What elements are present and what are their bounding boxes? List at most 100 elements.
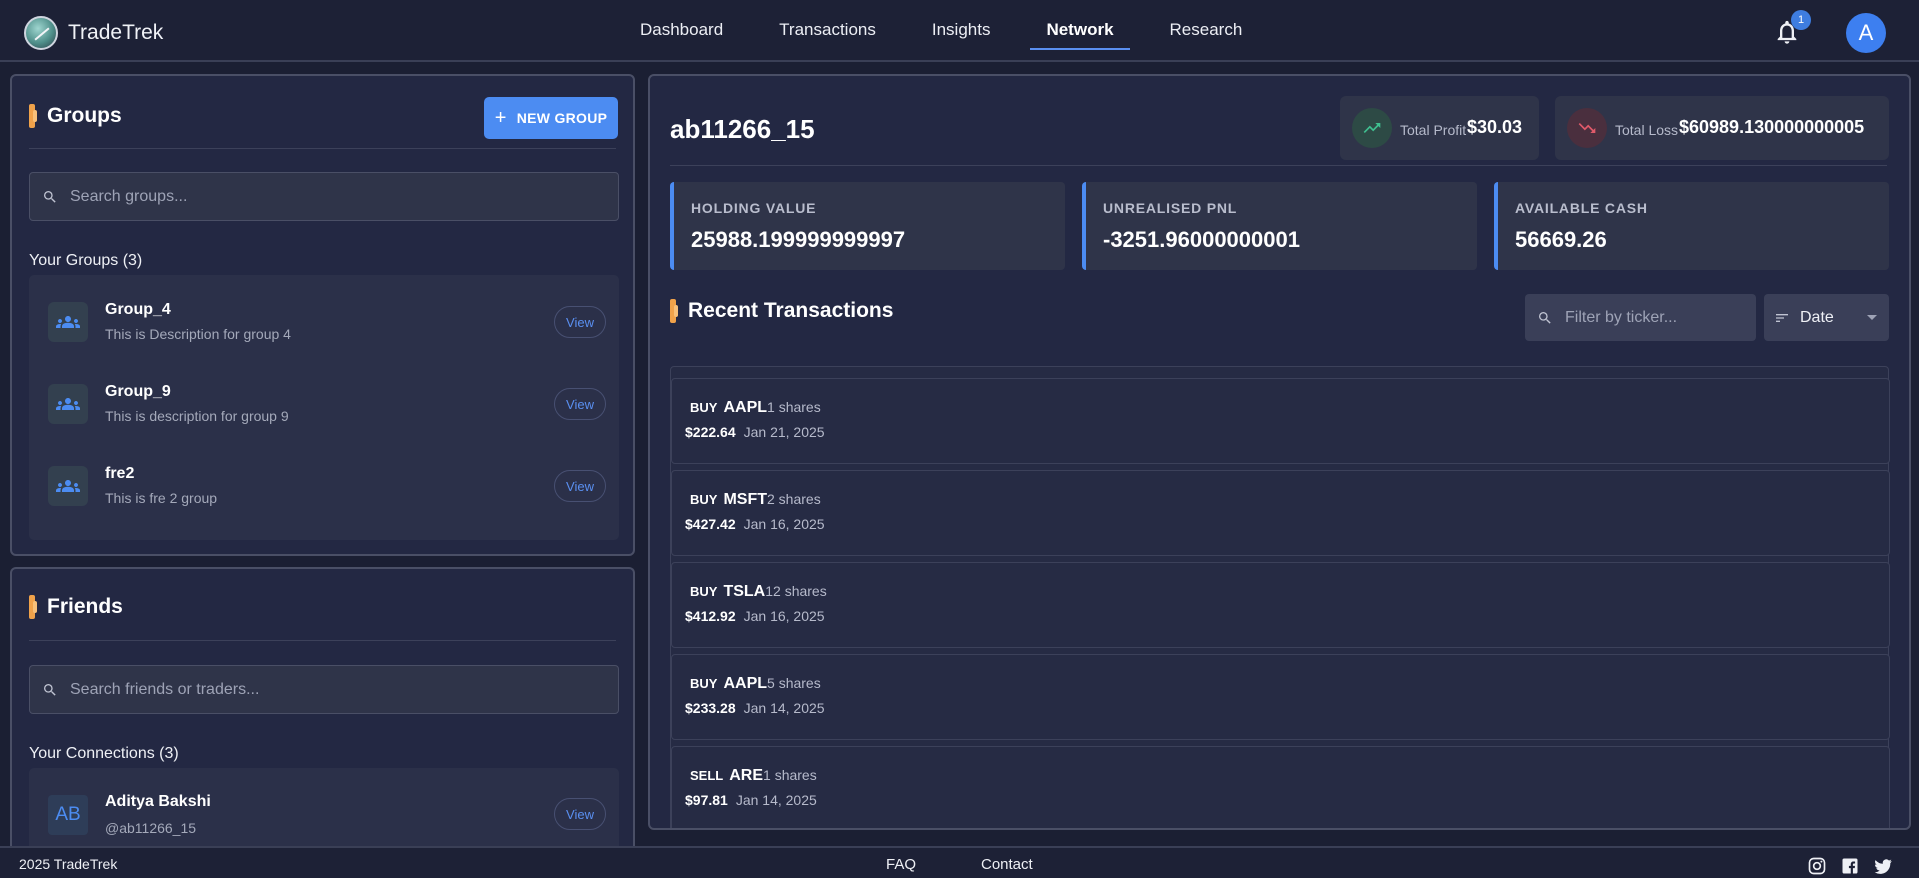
transaction-ticker: AAPL bbox=[723, 399, 768, 416]
transaction-price: $97.81 bbox=[685, 792, 728, 808]
footer-link-faq[interactable]: FAQ bbox=[886, 856, 916, 873]
profile-username: ab11266_15 bbox=[670, 114, 815, 144]
unrealised-pnl-amount: -3251.96000000001 bbox=[1103, 227, 1300, 252]
group-description: This is fre 2 group bbox=[105, 490, 218, 506]
nav-network[interactable]: Network bbox=[1030, 0, 1130, 60]
transaction-shares: 1 shares bbox=[767, 399, 821, 415]
instagram-icon[interactable] bbox=[1807, 856, 1827, 876]
unrealised-pnl-label: UNREALISED PNL bbox=[1103, 200, 1238, 216]
group-icon bbox=[48, 302, 88, 342]
nav-dashboard[interactable]: Dashboard bbox=[640, 0, 723, 60]
your-groups-heading: Your Groups (3) bbox=[29, 252, 143, 269]
new-group-label: NEW GROUP bbox=[516, 110, 608, 126]
profile-panel: ab11266_15 Total Profit $30.03 Total Los… bbox=[648, 74, 1911, 830]
total-profit-label: Total Profit bbox=[1400, 122, 1467, 138]
accent-bar bbox=[29, 104, 37, 128]
search-icon bbox=[1539, 311, 1551, 324]
transaction-ticker: TSLA bbox=[723, 583, 766, 600]
group-icon bbox=[48, 384, 88, 424]
user-avatar[interactable]: A bbox=[1846, 13, 1886, 53]
group-item[interactable]: Group_4 This is Description for group 4 … bbox=[48, 292, 606, 352]
trending-down-icon bbox=[1567, 108, 1607, 148]
transaction-shares: 2 shares bbox=[767, 491, 821, 507]
available-cash-card: AVAILABLE CASH 56669.26 bbox=[1494, 182, 1889, 270]
groups-heading: Groups bbox=[29, 104, 122, 128]
unrealised-pnl-card: UNREALISED PNL -3251.96000000001 bbox=[1082, 182, 1477, 270]
transaction-date: Jan 16, 2025 bbox=[743, 516, 825, 532]
holding-value-label: HOLDING VALUE bbox=[691, 200, 817, 216]
friends-search-input[interactable]: Search friends or traders... bbox=[29, 665, 619, 714]
friends-panel: Friends Search friends or traders... You… bbox=[10, 567, 635, 867]
transaction-price: $233.28 bbox=[685, 700, 736, 716]
divider bbox=[29, 148, 616, 149]
nav-transactions[interactable]: Transactions bbox=[779, 0, 876, 60]
transaction-side: BUY bbox=[690, 676, 718, 691]
transaction-price: $427.42 bbox=[685, 516, 736, 532]
new-group-button[interactable]: + NEW GROUP bbox=[484, 97, 618, 139]
friend-handle: @ab11266_15 bbox=[105, 820, 197, 836]
transaction-row[interactable]: BUY AAPL 5 shares $233.28 Jan 14, 2025 bbox=[671, 654, 1890, 740]
transaction-row[interactable]: BUY AAPL 1 shares $222.64 Jan 21, 2025 bbox=[671, 378, 1890, 464]
facebook-icon[interactable] bbox=[1840, 856, 1860, 876]
group-item[interactable]: Group_9 This is description for group 9 … bbox=[48, 374, 606, 434]
recent-transactions-title: Recent Transactions bbox=[688, 299, 894, 322]
ticker-filter-placeholder: Filter by ticker... bbox=[1565, 308, 1678, 326]
your-connections-heading: Your Connections (3) bbox=[29, 745, 179, 762]
ticker-filter-input[interactable]: Filter by ticker... bbox=[1525, 294, 1756, 341]
available-cash-label: AVAILABLE CASH bbox=[1515, 200, 1648, 216]
plus-icon: + bbox=[494, 107, 507, 129]
footer: 2025 TradeTrek FAQ Contact bbox=[0, 846, 1919, 878]
footer-link-contact[interactable]: Contact bbox=[981, 856, 1033, 873]
group-item[interactable]: fre2 This is fre 2 group View bbox=[48, 456, 606, 516]
transaction-side: BUY bbox=[690, 400, 718, 415]
main-nav: Dashboard Transactions Insights Network … bbox=[640, 0, 1298, 60]
transaction-side: BUY bbox=[690, 584, 718, 599]
trending-up-icon bbox=[1352, 108, 1392, 148]
transaction-date: Jan 21, 2025 bbox=[743, 424, 825, 440]
total-loss-value: $60989.130000000005 bbox=[1679, 117, 1865, 137]
chevron-down-icon bbox=[1867, 315, 1877, 320]
nav-insights[interactable]: Insights bbox=[932, 0, 991, 60]
groups-search-placeholder: Search groups... bbox=[70, 187, 188, 205]
transaction-row[interactable]: SELL ARE 1 shares $97.81 Jan 14, 2025 bbox=[671, 746, 1890, 828]
holding-value-card: HOLDING VALUE 25988.199999999997 bbox=[670, 182, 1065, 270]
transaction-shares: 5 shares bbox=[767, 675, 821, 691]
total-profit-card: Total Profit $30.03 bbox=[1340, 96, 1539, 160]
friend-name: Aditya Bakshi bbox=[105, 793, 211, 810]
brand-logo[interactable]: TradeTrek bbox=[24, 16, 163, 50]
friends-title: Friends bbox=[47, 595, 123, 618]
divider bbox=[670, 165, 1887, 166]
sort-select[interactable]: Date bbox=[1764, 294, 1889, 341]
view-group-button[interactable]: View bbox=[554, 388, 606, 420]
group-name: Group_9 bbox=[105, 383, 171, 400]
total-loss-label: Total Loss bbox=[1615, 122, 1679, 138]
transaction-date: Jan 16, 2025 bbox=[743, 608, 825, 624]
group-description: This is description for group 9 bbox=[105, 408, 289, 424]
friend-item[interactable]: AB Aditya Bakshi @ab11266_15 View bbox=[48, 784, 606, 844]
view-friend-button[interactable]: View bbox=[554, 798, 606, 830]
accent-bar bbox=[670, 299, 678, 323]
logo-icon bbox=[24, 16, 58, 50]
twitter-icon[interactable] bbox=[1873, 856, 1893, 876]
search-icon bbox=[44, 190, 56, 203]
friends-search-placeholder: Search friends or traders... bbox=[70, 680, 260, 698]
brand-name: TradeTrek bbox=[68, 21, 164, 44]
total-profit-value: $30.03 bbox=[1467, 117, 1523, 137]
group-description: This is Description for group 4 bbox=[105, 326, 291, 342]
view-group-button[interactable]: View bbox=[554, 306, 606, 338]
recent-transactions-heading: Recent Transactions bbox=[670, 299, 893, 323]
accent-bar bbox=[29, 595, 37, 619]
footer-copyright: 2025 TradeTrek bbox=[19, 856, 118, 872]
nav-research[interactable]: Research bbox=[1170, 0, 1243, 60]
group-icon bbox=[48, 466, 88, 506]
view-group-button[interactable]: View bbox=[554, 470, 606, 502]
transaction-row[interactable]: BUY MSFT 2 shares $427.42 Jan 16, 2025 bbox=[671, 470, 1890, 556]
notification-badge: 1 bbox=[1791, 10, 1811, 30]
transaction-shares: 1 shares bbox=[763, 767, 817, 783]
groups-panel: Groups + NEW GROUP Search groups... Your… bbox=[10, 74, 635, 556]
transactions-list: BUY AAPL 1 shares $222.64 Jan 21, 2025 B… bbox=[670, 366, 1890, 828]
transaction-row[interactable]: BUY TSLA 12 shares $412.92 Jan 16, 2025 bbox=[671, 562, 1890, 648]
groups-search-input[interactable]: Search groups... bbox=[29, 172, 619, 221]
transaction-date: Jan 14, 2025 bbox=[735, 792, 817, 808]
friends-heading: Friends bbox=[29, 595, 123, 619]
